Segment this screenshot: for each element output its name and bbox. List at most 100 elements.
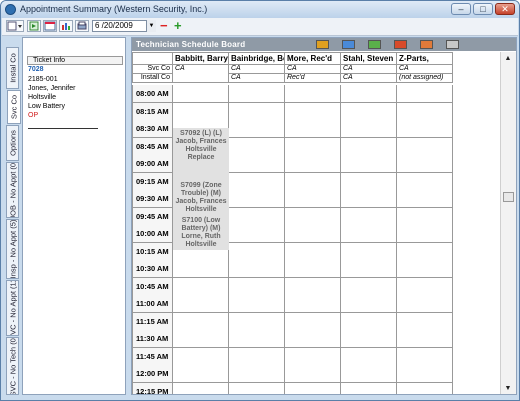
schedule-slot[interactable] [285, 295, 341, 313]
schedule-slot[interactable] [397, 225, 453, 243]
schedule-slot[interactable] [285, 103, 341, 121]
schedule-slot[interactable] [229, 173, 285, 191]
schedule-slot[interactable] [285, 243, 341, 261]
schedule-slot[interactable] [285, 155, 341, 173]
tech-header-stahl[interactable]: Stahl, Steven [341, 52, 397, 65]
schedule-slot[interactable] [285, 365, 341, 383]
tab-svc-co[interactable]: Svc Co [7, 90, 21, 124]
schedule-slot[interactable] [285, 85, 341, 103]
schedule-slot[interactable] [229, 243, 285, 261]
schedule-slot[interactable] [229, 348, 285, 366]
schedule-slot[interactable] [397, 313, 453, 331]
schedule-slot[interactable] [397, 190, 453, 208]
scroll-down-icon[interactable]: ▼ [503, 384, 513, 394]
schedule-slot[interactable] [397, 383, 453, 394]
zoom-in-button[interactable]: + [174, 19, 182, 33]
schedule-slot[interactable] [229, 190, 285, 208]
tech-header-bainbridge[interactable]: Bainbridge, Ben [229, 52, 285, 65]
view-menu-icon[interactable] [6, 20, 24, 32]
schedule-slot[interactable] [285, 383, 341, 394]
schedule-slot[interactable] [285, 278, 341, 296]
tab-job-no-appt[interactable]: JOB - No Appt (0) [6, 162, 19, 218]
schedule-slot[interactable] [397, 103, 453, 121]
schedule-slot[interactable] [229, 260, 285, 278]
schedule-slot[interactable] [341, 155, 397, 173]
ticket-number[interactable]: 7028 [28, 66, 44, 73]
schedule-slot[interactable] [341, 190, 397, 208]
schedule-slot[interactable] [397, 120, 453, 138]
schedule-slot[interactable] [397, 278, 453, 296]
schedule-slot[interactable] [229, 383, 285, 394]
schedule-slot[interactable] [229, 278, 285, 296]
schedule-slot[interactable] [397, 348, 453, 366]
schedule-slot[interactable] [173, 295, 229, 313]
schedule-slot[interactable] [285, 120, 341, 138]
schedule-slot[interactable] [285, 348, 341, 366]
schedule-slot[interactable] [341, 85, 397, 103]
schedule-slot[interactable] [229, 225, 285, 243]
schedule-slot[interactable] [341, 138, 397, 156]
schedule-slot[interactable] [173, 278, 229, 296]
minimize-button[interactable]: – [451, 3, 471, 15]
appointment-block[interactable]: S7092 (L) (L) Jacob, Frances Holtsville … [173, 128, 229, 180]
tech-header-zparts[interactable]: Z-Parts, [397, 52, 453, 65]
schedule-slot[interactable] [229, 155, 285, 173]
schedule-slot[interactable] [285, 190, 341, 208]
schedule-slot[interactable] [341, 243, 397, 261]
schedule-slot[interactable] [229, 313, 285, 331]
folder-red-icon[interactable] [394, 40, 407, 49]
schedule-slot[interactable] [173, 260, 229, 278]
schedule-slot[interactable] [341, 313, 397, 331]
scroll-up-icon[interactable]: ▲ [503, 54, 513, 64]
folder-blue-icon[interactable] [342, 40, 355, 49]
schedule-slot[interactable] [285, 173, 341, 191]
schedule-slot[interactable] [229, 365, 285, 383]
appointment-block[interactable]: S7100 (Low Battery) (M) Lorne, Ruth Holt… [173, 215, 229, 250]
schedule-slot[interactable] [285, 208, 341, 226]
schedule-slot[interactable] [341, 260, 397, 278]
chart-icon[interactable] [59, 20, 73, 32]
close-button[interactable]: ✕ [495, 3, 515, 15]
folder-gray-icon[interactable] [446, 40, 459, 49]
schedule-slot[interactable] [397, 260, 453, 278]
schedule-slot[interactable] [173, 330, 229, 348]
schedule-slot[interactable] [229, 330, 285, 348]
schedule-slot[interactable] [341, 295, 397, 313]
schedule-slot[interactable] [341, 208, 397, 226]
schedule-slot[interactable] [285, 260, 341, 278]
schedule-slot[interactable] [173, 103, 229, 121]
schedule-slot[interactable] [397, 208, 453, 226]
scroll-thumb[interactable] [503, 192, 514, 202]
schedule-slot[interactable] [341, 120, 397, 138]
schedule-slot[interactable] [341, 173, 397, 191]
tech-header-babbitt[interactable]: Babbitt, Barry [173, 52, 229, 65]
tab-svc-no-tech[interactable]: SVC - No Tech (0) [6, 337, 19, 395]
tech-header-more[interactable]: More, Rec'd [285, 52, 341, 65]
schedule-slot[interactable] [285, 225, 341, 243]
refresh-icon[interactable] [27, 20, 41, 32]
schedule-slot[interactable] [173, 383, 229, 394]
schedule-slot[interactable] [397, 138, 453, 156]
schedule-slot[interactable] [341, 225, 397, 243]
schedule-slot[interactable] [397, 330, 453, 348]
folder-icon[interactable] [316, 40, 329, 49]
schedule-slot[interactable] [341, 330, 397, 348]
schedule-slot[interactable] [285, 330, 341, 348]
schedule-slot[interactable] [397, 243, 453, 261]
schedule-slot[interactable] [397, 155, 453, 173]
schedule-slot[interactable] [397, 173, 453, 191]
schedule-slot[interactable] [397, 295, 453, 313]
date-dropdown-icon[interactable]: ▼ [146, 20, 156, 32]
schedule-slot[interactable] [229, 208, 285, 226]
schedule-slot[interactable] [397, 85, 453, 103]
tab-install-co[interactable]: Instal Co [6, 47, 19, 89]
schedule-slot[interactable] [341, 103, 397, 121]
appointment-block[interactable]: S7099 (Zone Trouble) (M) Jacob, Frances … [173, 180, 229, 215]
schedule-slot[interactable] [285, 138, 341, 156]
print-icon[interactable] [75, 20, 89, 32]
schedule-slot[interactable] [341, 348, 397, 366]
schedule-slot[interactable] [341, 383, 397, 394]
tab-svc-no-appt[interactable]: SVC - No Appt (11) [6, 280, 19, 336]
schedule-slot[interactable] [229, 85, 285, 103]
zoom-out-button[interactable]: − [160, 19, 168, 33]
